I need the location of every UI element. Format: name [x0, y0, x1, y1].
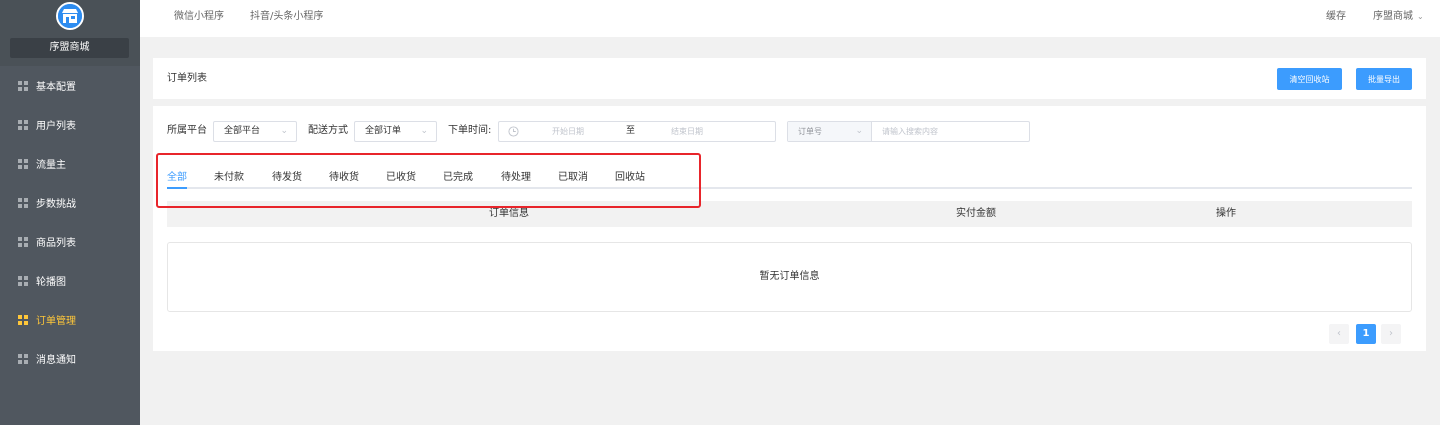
- platform-select[interactable]: 全部平台 ⌄: [213, 121, 297, 142]
- user-name: 序盟商城: [1373, 11, 1413, 22]
- end-date-input[interactable]: 结束日期: [671, 122, 703, 141]
- grid-icon: [18, 197, 28, 208]
- sidebar-item-product-list[interactable]: 商品列表: [0, 222, 140, 261]
- cache-button[interactable]: 缓存: [1326, 0, 1346, 37]
- grid-icon: [18, 80, 28, 91]
- grid-icon: [18, 158, 28, 169]
- sidebar-item-label: 流量主: [36, 160, 66, 171]
- clear-recycle-bin-button[interactable]: 清空回收站: [1277, 68, 1342, 90]
- clock-icon: [508, 126, 519, 137]
- range-separator: 至: [626, 126, 636, 136]
- sidebar-item-label: 基本配置: [36, 82, 76, 93]
- platform-select-value: 全部平台: [224, 126, 261, 136]
- title-card: 订单列表 清空回收站 批量导出: [153, 58, 1426, 99]
- logo-area: 序盟商城: [0, 0, 140, 66]
- grid-icon: [18, 119, 28, 130]
- chevron-down-icon: ⌄: [420, 126, 428, 136]
- top-header: 微信小程序 抖音/头条小程序 缓存 序盟商城 ⌄: [140, 0, 1440, 37]
- delivery-select[interactable]: 全部订单 ⌄: [354, 121, 437, 142]
- tab-wechat-miniprogram[interactable]: 微信小程序: [174, 0, 224, 37]
- batch-export-button[interactable]: 批量导出: [1356, 68, 1412, 90]
- column-paid-amount: 实付金额: [956, 208, 996, 219]
- search-input[interactable]: [872, 122, 1029, 141]
- tab-douyin-miniprogram[interactable]: 抖音/头条小程序: [250, 0, 323, 37]
- highlight-annotation-box: [156, 153, 701, 208]
- sidebar-item-carousel[interactable]: 轮播图: [0, 261, 140, 300]
- chevron-down-icon: ⌄: [1417, 12, 1424, 21]
- sidebar-item-traffic[interactable]: 流量主: [0, 144, 140, 183]
- sidebar-item-label: 订单管理: [36, 316, 76, 327]
- sidebar-item-label: 用户列表: [36, 121, 76, 132]
- empty-state: 暂无订单信息: [167, 242, 1412, 312]
- sidebar-item-label: 商品列表: [36, 238, 76, 249]
- chevron-down-icon: ⌄: [855, 126, 863, 136]
- search-field-select[interactable]: 订单号 ⌄: [788, 122, 872, 141]
- pagination: ‹ 1 ›: [1329, 324, 1401, 344]
- prev-page-button[interactable]: ‹: [1329, 324, 1349, 344]
- brand-name: 序盟商城: [10, 38, 129, 58]
- sidebar-item-label: 消息通知: [36, 355, 76, 366]
- user-menu[interactable]: 序盟商城 ⌄: [1373, 0, 1424, 37]
- search-field-value: 订单号: [798, 127, 822, 136]
- sidebar-item-order-management[interactable]: 订单管理: [0, 300, 140, 339]
- sidebar-item-user-list[interactable]: 用户列表: [0, 105, 140, 144]
- sidebar: 序盟商城 基本配置 用户列表 流量主 步数挑战 商品列表 轮播图 订单管理 消息…: [0, 0, 140, 425]
- delivery-label: 配送方式: [308, 125, 348, 136]
- sidebar-item-label: 步数挑战: [36, 199, 76, 210]
- sidebar-item-step-challenge[interactable]: 步数挑战: [0, 183, 140, 222]
- grid-icon: [18, 353, 28, 364]
- next-page-button[interactable]: ›: [1381, 324, 1401, 344]
- date-range-picker[interactable]: 开始日期 至 结束日期: [498, 121, 776, 142]
- sidebar-menu: 基本配置 用户列表 流量主 步数挑战 商品列表 轮播图 订单管理 消息通知: [0, 66, 140, 378]
- sidebar-item-label: 轮播图: [36, 277, 66, 288]
- column-actions: 操作: [1216, 208, 1236, 219]
- grid-icon: [18, 275, 28, 286]
- order-list-card: 所属平台 全部平台 ⌄ 配送方式 全部订单 ⌄ 下单时间: 开始日期 至 结束日期 …: [153, 106, 1426, 351]
- page-number-current[interactable]: 1: [1356, 324, 1376, 344]
- search-box: 订单号 ⌄: [787, 121, 1030, 142]
- page-title: 订单列表: [167, 73, 207, 84]
- grid-icon: [18, 314, 28, 325]
- platform-label: 所属平台: [167, 125, 207, 136]
- store-logo-icon: [56, 2, 84, 30]
- order-time-label: 下单时间:: [448, 125, 492, 136]
- start-date-input[interactable]: 开始日期: [552, 122, 584, 141]
- sidebar-item-notifications[interactable]: 消息通知: [0, 339, 140, 378]
- sidebar-item-basic-config[interactable]: 基本配置: [0, 66, 140, 105]
- delivery-select-value: 全部订单: [365, 126, 402, 136]
- chevron-down-icon: ⌄: [280, 126, 288, 136]
- grid-icon: [18, 236, 28, 247]
